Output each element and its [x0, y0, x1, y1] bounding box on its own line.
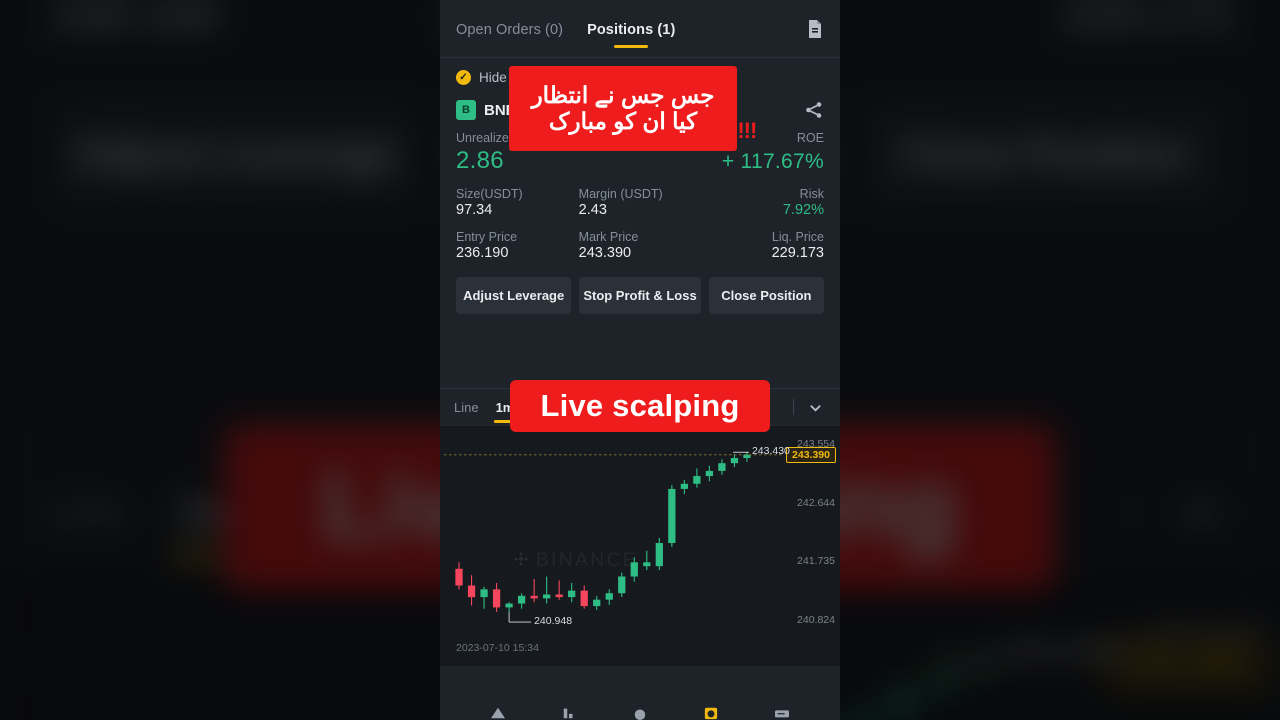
- tab-open-orders[interactable]: Open Orders (0): [456, 6, 563, 52]
- timeframe-line[interactable]: Line: [454, 391, 479, 424]
- binance-logo-icon: [514, 552, 528, 566]
- size-value: 97.34: [456, 202, 493, 218]
- nav-wallet-icon[interactable]: [769, 702, 795, 720]
- nav-home-icon[interactable]: [485, 702, 511, 720]
- share-icon[interactable]: [804, 100, 824, 120]
- urdu-line-1: جس جس نے انتظار: [531, 81, 715, 108]
- margin-label: Margin (USDT): [578, 187, 663, 201]
- bottom-nav: [440, 698, 840, 720]
- position-side-badge: B: [456, 100, 476, 120]
- liq-price-label: Liq. Price: [771, 230, 824, 244]
- banner-spacer: [440, 314, 840, 388]
- y-axis-tick: 240.824: [797, 614, 835, 627]
- position-stats-row-1: Size(USDT) 97.34 Margin (USDT) 2.43 Risk…: [440, 187, 840, 218]
- position-stats-row-2: Entry Price 236.190 Mark Price 243.390 L…: [440, 230, 840, 261]
- size-label: Size(USDT): [456, 187, 523, 201]
- y-axis-tick: 241.735: [797, 555, 835, 568]
- chart-high-label: 243.430: [751, 445, 790, 458]
- margin-value: 2.43: [578, 202, 607, 218]
- close-position-button[interactable]: Close Position: [708, 277, 825, 314]
- exclamation-marks: !!!!: [731, 118, 757, 143]
- urdu-overlay-banner: جس جس نے انتظار کیا ان کو مبارک: [509, 66, 737, 151]
- timeframe-divider: [793, 399, 794, 415]
- position-actions: Adjust Leverage Stop Profit & Loss Close…: [440, 261, 840, 314]
- live-scalping-banner: Live scalping: [510, 380, 770, 432]
- chart-low-label: 240.948: [534, 615, 573, 628]
- chevron-down-icon[interactable]: [804, 400, 826, 415]
- price-chart[interactable]: BINANCE 243.554 242.644 241.735 240.824 243.…: [440, 426, 840, 666]
- positions-tab-bar: Open Orders (0) Positions (1): [440, 0, 840, 58]
- mark-price-label: Mark Price: [578, 230, 639, 244]
- roe-label: ROE: [796, 131, 824, 145]
- chart-start-time: 2023-07-10 15:34: [456, 642, 539, 654]
- entry-price-label: Entry Price: [456, 230, 518, 244]
- urdu-line-2: کیا ان کو مبارک: [548, 107, 698, 134]
- liq-price-value: 229.173: [771, 245, 824, 261]
- nav-markets-icon[interactable]: [556, 702, 582, 720]
- nav-futures-icon[interactable]: [698, 702, 724, 720]
- nav-trade-icon[interactable]: [627, 702, 653, 720]
- roe-value: + 117.67%: [721, 150, 824, 173]
- stop-profit-loss-button[interactable]: Stop Profit & Loss: [579, 277, 701, 314]
- document-icon[interactable]: [806, 19, 824, 39]
- y-axis-tick: 242.644: [797, 496, 835, 509]
- screenshot-stage: Open Orders (0) Positions (1) ✓ Hide Oth…: [0, 0, 1280, 720]
- mark-price-tag: 243.390: [786, 446, 836, 463]
- check-icon: ✓: [456, 70, 471, 85]
- unrealized-pnl-value: 2.86: [456, 147, 504, 174]
- mark-price-value: 243.390: [578, 245, 632, 261]
- adjust-leverage-button[interactable]: Adjust Leverage: [456, 277, 572, 314]
- risk-value: 7.92%: [782, 202, 824, 218]
- risk-label: Risk: [799, 187, 824, 201]
- entry-price-value: 236.190: [456, 245, 509, 261]
- tab-positions[interactable]: Positions (1): [587, 6, 675, 52]
